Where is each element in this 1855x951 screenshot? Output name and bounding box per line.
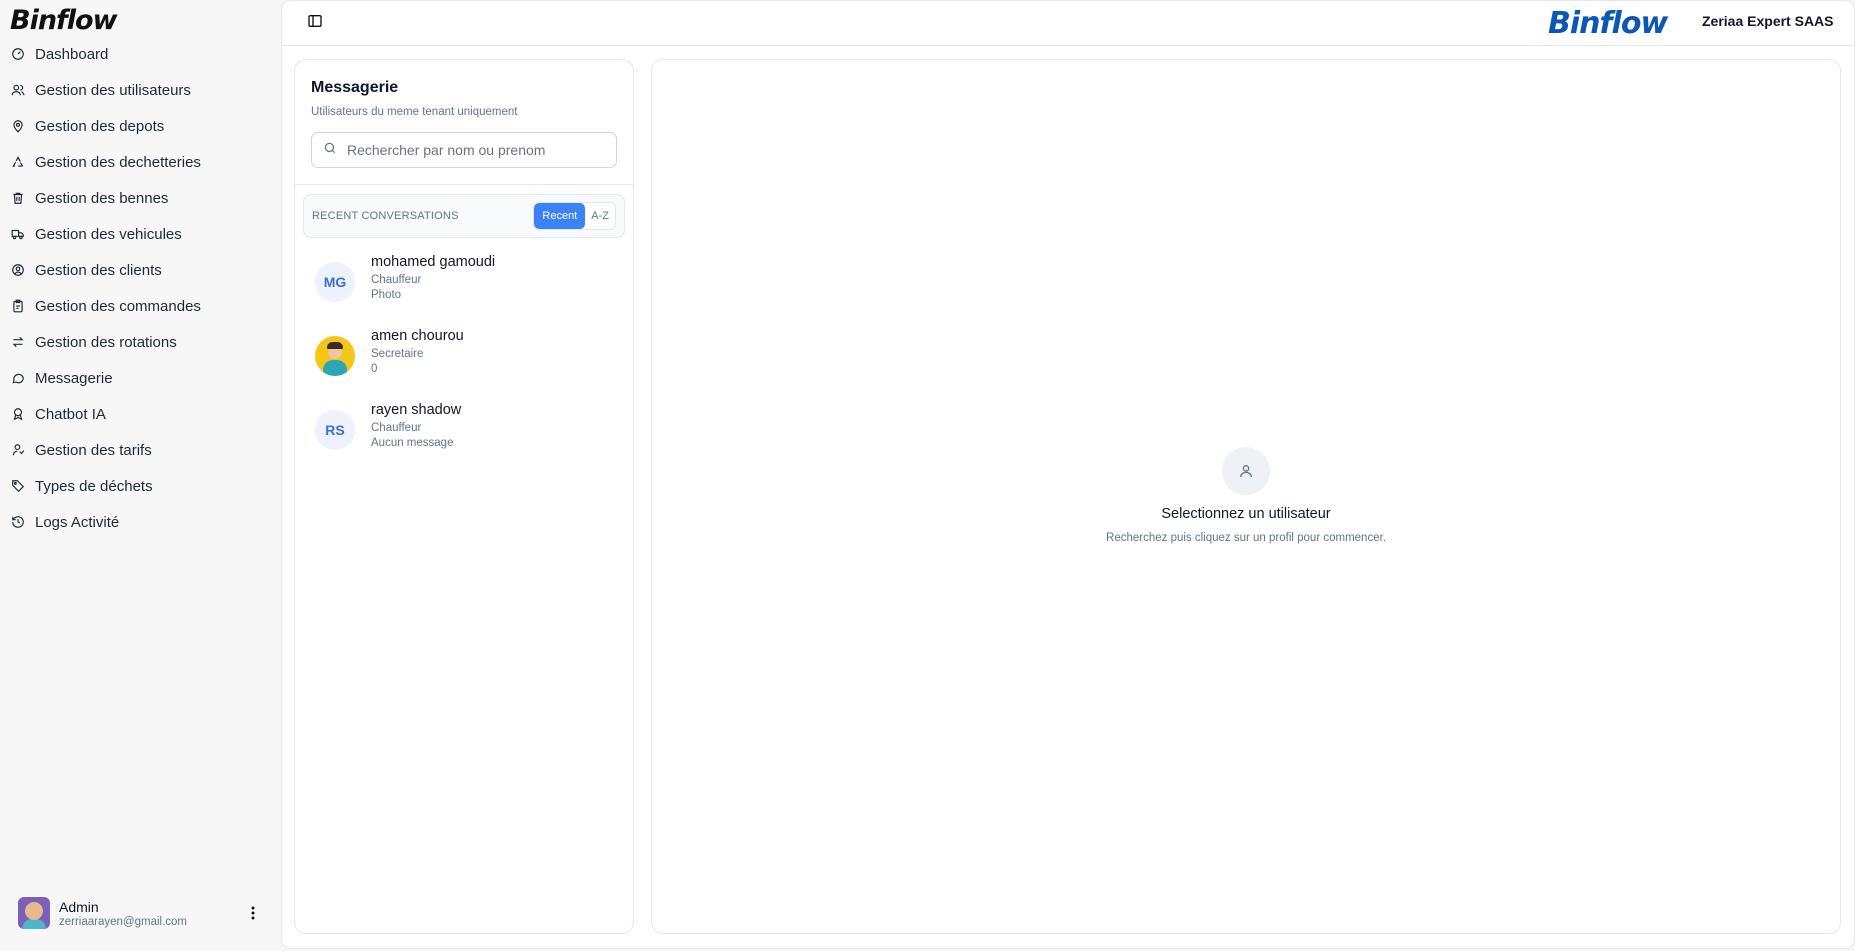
sidebar-item-users[interactable]: Gestion des utilisateurs	[0, 72, 280, 108]
truck-icon	[11, 227, 25, 241]
user-circle-icon	[11, 263, 25, 277]
search-icon	[323, 141, 337, 160]
sidebar-item-dashboard[interactable]: Dashboard	[0, 36, 280, 72]
conversation-panel: Selectionnez un utilisateur Recherchez p…	[651, 59, 1841, 934]
sidebar-item-chatbot[interactable]: Chatbot IA	[0, 396, 280, 432]
gauge-icon	[11, 47, 25, 61]
empty-state-title: Selectionnez un utilisateur	[1161, 506, 1331, 522]
conversation-item[interactable]: MG mohamed gamoudi Chauffeur Photo	[295, 246, 633, 320]
last-message: Photo	[371, 289, 402, 301]
sidebar-item-clients[interactable]: Gestion des clients	[0, 252, 280, 288]
last-message: 0	[371, 363, 378, 375]
sidebar-item-label: Chatbot IA	[35, 405, 106, 423]
sort-toggle: Recent A-Z	[533, 202, 616, 230]
messagerie-panel: Messagerie Utilisateurs du meme tenant u…	[294, 59, 634, 934]
sidebar-item-depots[interactable]: Gestion des depots	[0, 108, 280, 144]
sidebar-item-label: Gestion des tarifs	[35, 441, 152, 459]
sidebar-item-rotations[interactable]: Gestion des rotations	[0, 324, 280, 360]
last-message: Aucun message	[371, 437, 454, 449]
tag-user-icon	[11, 443, 25, 457]
user-icon	[1222, 447, 1270, 495]
message-icon	[11, 371, 25, 385]
tenant-name: Zeriaa Expert SAAS	[1702, 13, 1834, 29]
sidebar-item-label: Types de déchets	[35, 477, 153, 495]
user-name: Admin	[59, 898, 99, 915]
sidebar-item-label: Gestion des vehicules	[35, 225, 182, 243]
main-content: Binflow Zeriaa Expert SAAS Messagerie Ut…	[281, 0, 1855, 949]
more-vertical-icon[interactable]	[243, 903, 263, 923]
sidebar: Binflow Dashboard Gestion des utilisateu…	[0, 0, 280, 951]
sidebar-item-label: Logs Activité	[35, 513, 120, 531]
tags-icon	[11, 479, 25, 493]
sidebar-item-messagerie[interactable]: Messagerie	[0, 360, 280, 396]
sidebar-item-types-dechets[interactable]: Types de déchets	[0, 468, 280, 504]
sidebar-item-tarifs[interactable]: Gestion des tarifs	[0, 432, 280, 468]
users-icon	[11, 83, 25, 97]
avatar: MG	[315, 262, 355, 302]
divider	[295, 184, 633, 185]
search-box[interactable]	[311, 132, 617, 168]
map-pin-icon	[11, 119, 25, 133]
clipboard-icon	[11, 299, 25, 313]
sort-az-button[interactable]: A-Z	[585, 203, 615, 229]
user-email: zerriaarayen@gmail.com	[59, 915, 187, 928]
avatar	[18, 897, 50, 929]
sidebar-item-vehicules[interactable]: Gestion des vehicules	[0, 216, 280, 252]
trash-icon	[11, 191, 25, 205]
sidebar-item-label: Messagerie	[35, 369, 113, 387]
arrows-icon	[11, 335, 25, 349]
sidebar-item-label: Gestion des depots	[35, 117, 165, 135]
contact-name: rayen shadow	[371, 402, 462, 418]
sidebar-toggle-icon[interactable]	[307, 13, 327, 33]
sidebar-item-bennes[interactable]: Gestion des bennes	[0, 180, 280, 216]
sidebar-nav: Dashboard Gestion des utilisateurs Gesti…	[0, 36, 280, 540]
avatar	[315, 336, 355, 376]
sidebar-item-label: Gestion des commandes	[35, 297, 201, 315]
top-bar: Binflow Zeriaa Expert SAAS	[282, 1, 1854, 46]
recycle-icon	[11, 155, 25, 169]
avatar: RS	[315, 410, 355, 450]
sort-recent-button[interactable]: Recent	[534, 203, 586, 229]
search-input[interactable]	[347, 142, 607, 158]
panel-title: Messagerie	[311, 79, 399, 96]
sidebar-item-label: Gestion des utilisateurs	[35, 81, 191, 99]
sidebar-item-label: Gestion des rotations	[35, 333, 177, 351]
conversation-list: MG mohamed gamoudi Chauffeur Photo amen …	[295, 246, 633, 468]
recent-conversations-bar: RECENT CONVERSATIONS Recent A-Z	[303, 194, 625, 238]
sidebar-item-label: Gestion des dechetteries	[35, 153, 201, 171]
brand-logo: Binflow	[1548, 6, 1668, 41]
contact-name: amen chourou	[371, 328, 464, 344]
sidebar-item-label: Dashboard	[35, 45, 109, 63]
panel-subtitle: Utilisateurs du meme tenant uniquement	[311, 106, 518, 118]
recent-conversations-label: RECENT CONVERSATIONS	[312, 210, 459, 222]
user-profile[interactable]: Admin zerriaarayen@gmail.com	[18, 889, 263, 937]
sidebar-item-label: Gestion des clients	[35, 261, 162, 279]
contact-name: mohamed gamoudi	[371, 254, 496, 270]
bot-icon	[11, 407, 25, 421]
contact-role: Secretaire	[371, 348, 424, 360]
conversation-item[interactable]: amen chourou Secretaire 0	[295, 320, 633, 394]
conversation-item[interactable]: RS rayen shadow Chauffeur Aucun message	[295, 394, 633, 468]
contact-role: Chauffeur	[371, 274, 422, 286]
empty-state-subtitle: Recherchez puis cliquez sur un profil po…	[1106, 532, 1386, 544]
sidebar-item-label: Gestion des bennes	[35, 189, 169, 207]
sidebar-item-dechetteries[interactable]: Gestion des dechetteries	[0, 144, 280, 180]
sidebar-item-logs[interactable]: Logs Activité	[0, 504, 280, 540]
sidebar-item-commandes[interactable]: Gestion des commandes	[0, 288, 280, 324]
app-logo[interactable]: Binflow	[10, 5, 118, 36]
history-icon	[11, 515, 25, 529]
contact-role: Chauffeur	[371, 422, 422, 434]
